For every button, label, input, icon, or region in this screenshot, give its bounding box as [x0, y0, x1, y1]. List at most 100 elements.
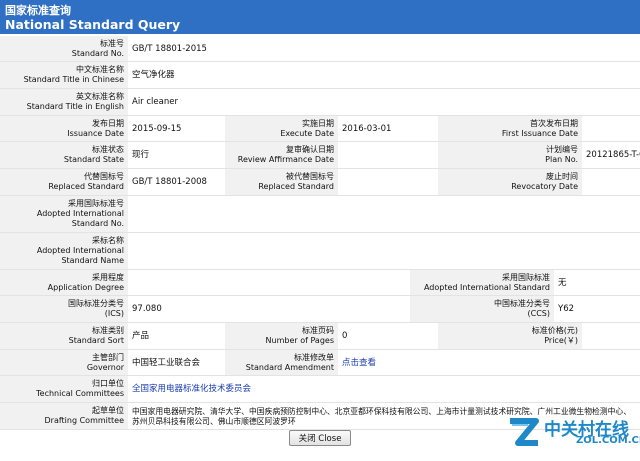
label-cn: 中国标准分类号 [494, 299, 550, 308]
value-replaced-standard: GB/T 18801-2008 [128, 169, 225, 195]
label-cn: 归口单位 [92, 379, 124, 388]
label-first-issuance-date: 首次发布日期 First Issuance Date [438, 116, 582, 141]
label-cn: 计划编号 [546, 145, 578, 154]
committee-cell: 全国家用电器标准化技术委员会 [128, 376, 640, 402]
label-cn: 国际标准分类号 [68, 299, 124, 308]
label-review-date: 复审确认日期 Review Affirmance Date [225, 142, 338, 168]
row-sort: 标准类别 Standard Sort 产品 标准页码 Number of Pag… [0, 323, 640, 350]
label-cn: 发布日期 [92, 118, 124, 128]
title-cn: 国家标准查询 [5, 4, 71, 17]
label-en: Adopted International Standard [423, 282, 550, 292]
label-en: Application Degree [47, 282, 124, 292]
close-button[interactable]: 关闭 Close [289, 430, 351, 446]
label-cn: 实施日期 [302, 118, 334, 128]
row-technical-committees: 归口单位 Technical Committees 全国家用电器标准化技术委员会 [0, 376, 640, 403]
value-governor: 中国轻工业联合会 [128, 350, 225, 375]
row-dates: 发布日期 Issuance Date 2015-09-15 实施日期 Execu… [0, 116, 640, 142]
technical-committee-link[interactable]: 全国家用电器标准化技术委员会 [132, 384, 251, 394]
view-amendment-link[interactable]: 点击查看 [342, 358, 376, 368]
label-en: Drafting Committee [44, 416, 124, 425]
row-adopted-std-name: 采标名称 Adopted International Standard Name [0, 233, 640, 270]
label-governor: 主管部门 Governor [0, 350, 128, 375]
label-title-cn: 中文标准名称 Standard Title in Chinese [0, 62, 128, 88]
value-ics: 97.080 [128, 296, 410, 322]
value-replaced-by [338, 169, 438, 195]
label-price: 标准价格(元) Price(￥) [438, 323, 582, 349]
row-replaced: 代替国标号 Replaced Standard GB/T 18801-2008 … [0, 169, 640, 196]
label-number-of-pages: 标准页码 Number of Pages [225, 323, 338, 349]
label-cn: 代替国标号 [84, 172, 124, 181]
label-en: Review Affirmance Date [237, 155, 334, 164]
label-en: Replaced Standard [48, 182, 124, 191]
value-revocatory-date [582, 169, 640, 195]
value-adopted-std-name [128, 233, 640, 269]
label-en: Standard Title in Chinese [23, 75, 124, 84]
label-en: First Issuance Date [501, 128, 578, 138]
label-cn: 标准页码 [302, 326, 334, 335]
label-technical-committees: 归口单位 Technical Committees [0, 376, 128, 402]
label-en-2: Standard No. [71, 219, 124, 228]
watermark-en: ZOL.COM.CN [576, 435, 640, 446]
row-state: 标准状态 Standard State 现行 复审确认日期 Review Aff… [0, 142, 640, 169]
label-cn: 标准状态 [92, 145, 124, 154]
standard-info-table: 标准号 Standard No. GB/T 18801-2015 中文标准名称 … [0, 36, 640, 430]
value-title-en: Air cleaner [128, 89, 640, 115]
label-revocatory-date: 废止时间 Revocatory Date [438, 169, 582, 195]
label-cn: 标准价格(元) [531, 326, 578, 335]
label-cn: 中文标准名称 [76, 65, 124, 74]
label-en: Technical Committees [36, 389, 124, 398]
value-standard-no: GB/T 18801-2015 [128, 36, 640, 61]
label-adopted-std-no: 采用国际标准号 Adopted International Standard N… [0, 196, 128, 232]
label-ccs: 中国标准分类号 (CCS) [410, 296, 554, 322]
label-en: Number of Pages [265, 336, 334, 345]
label-plan-no: 计划编号 Plan No. [438, 142, 582, 168]
label-en: Standard No. [71, 48, 124, 58]
label-drafting-committee: 起草单位 Drafting Committee [0, 403, 128, 429]
label-en: Governor [86, 362, 124, 372]
zol-logo-icon [510, 418, 539, 446]
label-en: Plan No. [545, 155, 578, 164]
label-cn: 主管部门 [92, 352, 124, 362]
label-cn: 标准类别 [92, 326, 124, 335]
value-first-issuance-date [582, 116, 640, 141]
label-cn: 标准修改单 [294, 352, 334, 362]
value-review-date [338, 142, 438, 168]
row-classification: 国际标准分类号 (ICS) 97.080 中国标准分类号 (CCS) Y62 [0, 296, 640, 323]
label-cn: 标准号 [100, 38, 124, 48]
label-standard-no: 标准号 Standard No. [0, 36, 128, 61]
value-ccs: Y62 [554, 296, 640, 322]
row-application-degree: 采用程度 Application Degree 采用国际标准 Adopted I… [0, 270, 640, 296]
value-standard-state: 现行 [128, 142, 225, 168]
label-standard-sort: 标准类别 Standard Sort [0, 323, 128, 349]
label-en: Standard Title in English [26, 102, 124, 111]
title-bar: 国家标准查询 National Standard Query [0, 0, 640, 34]
label-cn: 首次发布日期 [530, 118, 578, 128]
label-title-en: 英文标准名称 Standard Title in English [0, 89, 128, 115]
label-cn: 采用国际标准号 [68, 199, 124, 208]
zol-watermark: 中关村在线 ZOL.COM.CN [506, 413, 640, 453]
label-en: Standard State [63, 155, 124, 164]
value-plan-no: 20121865-T-607 [582, 142, 640, 168]
row-title-en: 英文标准名称 Standard Title in English Air cle… [0, 89, 640, 116]
amendment-cell: 点击查看 [338, 350, 640, 375]
value-price [582, 323, 640, 349]
label-en: Adopted International [36, 246, 124, 255]
label-en: Execute Date [280, 128, 334, 138]
label-ics: 国际标准分类号 (ICS) [0, 296, 128, 322]
row-standard-no: 标准号 Standard No. GB/T 18801-2015 [0, 36, 640, 62]
label-adopted-std-name: 采标名称 Adopted International Standard Name [0, 233, 128, 269]
label-standard-amendment: 标准修改单 Standard Amendment [225, 350, 338, 375]
value-application-degree [128, 270, 410, 295]
value-adopted-intl-standard: 无 [554, 270, 640, 295]
label-en: Standard Sort [68, 336, 124, 345]
label-en: Standard Amendment [245, 362, 334, 372]
value-standard-sort: 产品 [128, 323, 225, 349]
title-en: National Standard Query [5, 17, 181, 32]
label-en: Issuance Date [67, 128, 124, 138]
row-title-cn: 中文标准名称 Standard Title in Chinese 空气净化器 [0, 62, 640, 89]
label-en: (ICS) [104, 309, 124, 318]
label-en: (CCS) [527, 309, 551, 318]
label-application-degree: 采用程度 Application Degree [0, 270, 128, 295]
label-adopted-intl-standard: 采用国际标准 Adopted International Standard [410, 270, 554, 295]
row-governor: 主管部门 Governor 中国轻工业联合会 标准修改单 Standard Am… [0, 350, 640, 376]
